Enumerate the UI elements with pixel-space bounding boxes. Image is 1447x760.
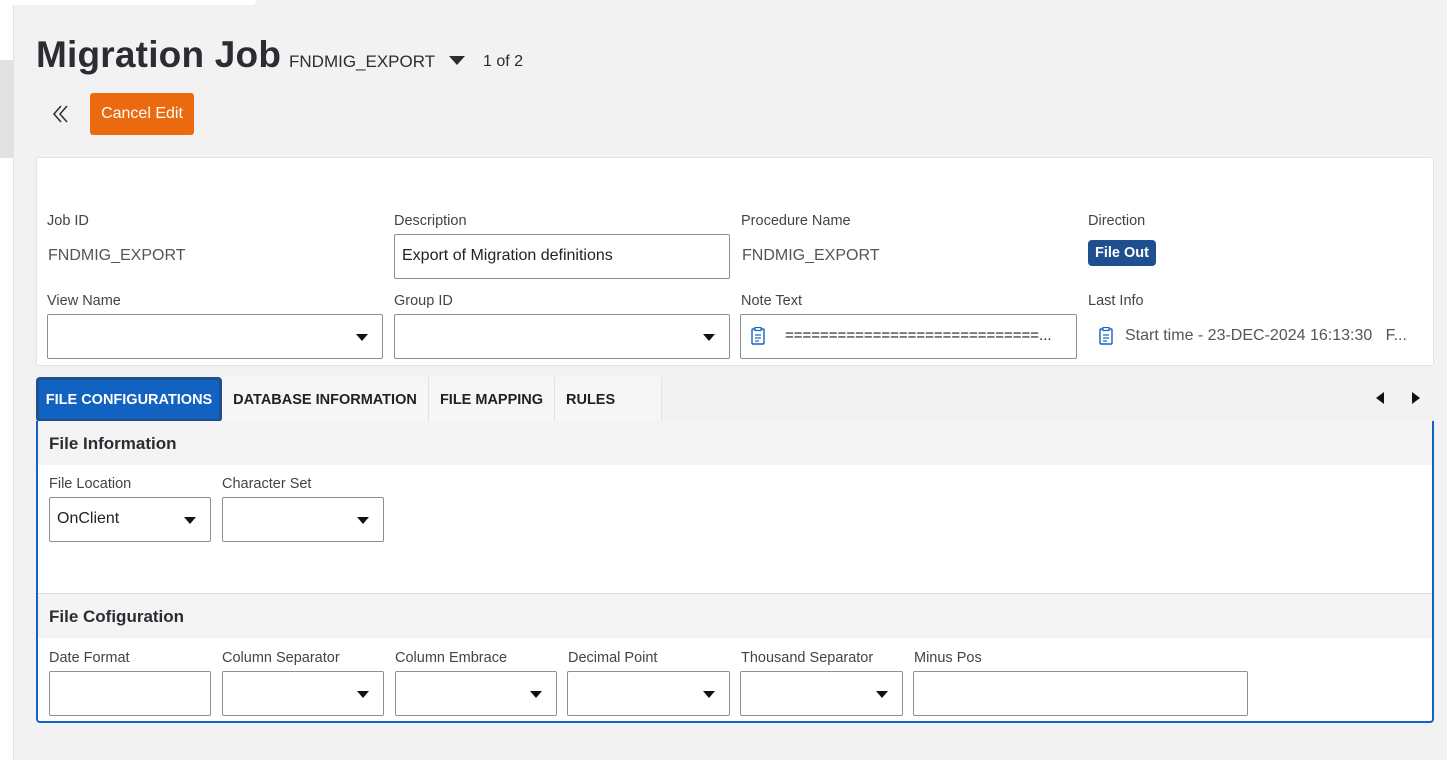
chevron-down-icon (876, 691, 888, 698)
procedure-name-label: Procedure Name (741, 213, 851, 229)
chevron-down-icon (530, 691, 542, 698)
file-location-value: OnClient (57, 510, 120, 527)
thousand-separator-select[interactable] (740, 671, 903, 716)
file-configuration-header: File Cofiguration (38, 594, 1432, 638)
group-id-select[interactable] (394, 314, 730, 359)
note-icon[interactable] (1099, 327, 1113, 345)
arrow-right-icon[interactable] (1412, 392, 1420, 404)
tab-rules[interactable]: RULES (555, 377, 662, 422)
chevron-down-icon (357, 517, 369, 524)
tab-panel-file-configurations: File Information File Location OnClient … (36, 421, 1434, 723)
tab-database-information[interactable]: DATABASE INFORMATION (222, 377, 429, 422)
date-format-label: Date Format (49, 650, 130, 666)
note-text-value: =============================... (785, 327, 1052, 344)
direction-badge: File Out (1088, 240, 1156, 266)
column-embrace-label: Column Embrace (395, 650, 508, 666)
tab-file-configurations[interactable]: FILE CONFIGURATIONS (36, 377, 222, 422)
thousand-separator-label: Thousand Separator (741, 650, 874, 666)
job-id-value: FNDMIG_EXPORT (48, 247, 186, 264)
double-chevron-left-icon (52, 105, 68, 123)
last-info-value: Start time - 23-DEC-2024 16:13:30 F... (1125, 327, 1407, 344)
view-name-label: View Name (47, 293, 121, 309)
top-breadcrumb-fragment (0, 0, 256, 5)
file-location-label: File Location (49, 476, 132, 492)
description-value: Export of Migration definitions (402, 247, 613, 264)
record-id: FNDMIG_EXPORT (289, 52, 436, 71)
decimal-point-label: Decimal Point (568, 650, 658, 666)
file-configuration-heading: File Cofiguration (49, 607, 185, 626)
record-count: 1 of 2 (483, 53, 524, 70)
cancel-edit-button[interactable]: Cancel Edit (90, 93, 194, 135)
column-separator-select[interactable] (222, 671, 384, 716)
character-set-select[interactable] (222, 497, 384, 542)
minus-pos-field[interactable] (913, 671, 1248, 716)
note-text-field[interactable]: =============================... (740, 314, 1077, 359)
chevron-down-icon (184, 517, 196, 524)
date-format-field[interactable] (49, 671, 211, 716)
file-location-select[interactable]: OnClient (49, 497, 211, 542)
header-card: Job ID FNDMIG_EXPORT Description Export … (36, 157, 1434, 366)
chevron-down-icon (449, 55, 466, 65)
decimal-point-select[interactable] (567, 671, 730, 716)
last-info-label: Last Info (1088, 293, 1144, 309)
file-information-header: File Information (38, 421, 1432, 465)
chevron-down-icon (703, 691, 715, 698)
description-field[interactable]: Export of Migration definitions (394, 234, 730, 279)
file-information-heading: File Information (49, 434, 177, 453)
group-id-label: Group ID (394, 293, 453, 309)
left-scrollbar[interactable] (0, 0, 14, 760)
tab-file-mapping[interactable]: FILE MAPPING (429, 377, 555, 422)
job-id-label: Job ID (47, 213, 89, 229)
character-set-label: Character Set (222, 476, 312, 492)
chevron-down-icon (703, 334, 715, 341)
view-name-select[interactable] (47, 314, 383, 359)
collapse-button[interactable] (50, 103, 72, 125)
description-label: Description (394, 213, 467, 229)
record-selector[interactable]: FNDMIG_EXPORT (289, 52, 466, 72)
procedure-name-value: FNDMIG_EXPORT (742, 247, 880, 264)
chevron-down-icon (357, 691, 369, 698)
chevron-down-icon (356, 334, 368, 341)
page-title: Migration Job (36, 34, 282, 75)
direction-label: Direction (1088, 213, 1146, 229)
column-embrace-select[interactable] (395, 671, 557, 716)
note-text-label: Note Text (741, 293, 802, 309)
scrollbar-thumb[interactable] (0, 60, 13, 158)
column-separator-label: Column Separator (222, 650, 340, 666)
arrow-left-icon[interactable] (1376, 392, 1384, 404)
note-icon (751, 327, 765, 345)
minus-pos-label: Minus Pos (914, 650, 982, 666)
